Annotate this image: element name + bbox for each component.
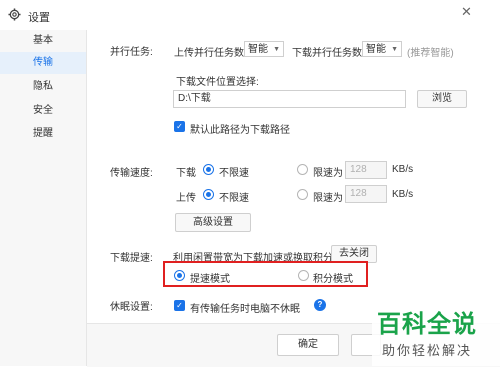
download-unlimited-label: 不限速 — [219, 168, 249, 179]
advanced-settings-button[interactable]: 高级设置 — [175, 213, 251, 232]
sidebar-item-privacy[interactable]: 隐私 — [0, 76, 86, 98]
download-parallel-select[interactable]: 智能 ▼ — [362, 41, 402, 57]
download-parallel-label: 下载并行任务数 — [292, 48, 362, 59]
no-sleep-checkbox[interactable]: ✓ — [174, 300, 185, 311]
upload-limit-unit: KB/s — [392, 189, 414, 200]
speed-mode-label: 提速模式 — [190, 274, 230, 285]
window-title: 设置 — [28, 12, 50, 24]
gear-icon — [8, 8, 21, 24]
upload-limit-input[interactable]: 128 — [345, 185, 387, 203]
chevron-down-icon: ▼ — [273, 46, 280, 53]
speed-mode-radio[interactable] — [174, 270, 185, 281]
browse-button[interactable]: 浏览 — [417, 90, 467, 108]
upload-unlimited-label: 不限速 — [219, 193, 249, 204]
accelerate-section-label: 下载提速: — [110, 253, 153, 264]
sidebar-item-security[interactable]: 安全 — [0, 100, 86, 122]
download-limit-label: 限速为 — [313, 168, 343, 179]
download-limit-input[interactable]: 128 — [345, 161, 387, 179]
parallel-hint: (推荐智能) — [407, 48, 454, 59]
chevron-down-icon: ▼ — [391, 46, 398, 53]
default-path-checkbox[interactable]: ✓ — [174, 121, 185, 132]
download-parallel-value: 智能 — [366, 44, 386, 55]
sidebar-item-transfer[interactable]: 传输 — [0, 52, 86, 74]
sidebar-item-basic[interactable]: 基本 — [0, 30, 86, 52]
sidebar-item-reminder[interactable]: 提醒 — [0, 123, 86, 145]
download-limit-radio[interactable] — [297, 164, 308, 175]
download-location-label: 下载文件位置选择: — [176, 77, 259, 88]
watermark-title: 百科全说 — [377, 311, 477, 338]
download-speed-label: 下载 — [176, 168, 196, 179]
sleep-section-label: 休眠设置: — [110, 302, 153, 313]
sidebar: 基本 传输 隐私 安全 提醒 — [0, 30, 87, 366]
title-bar: 设置 ✕ — [0, 0, 500, 30]
upload-speed-label: 上传 — [176, 193, 196, 204]
watermark: 百科全说 助你轻松解决 — [372, 300, 500, 366]
points-mode-label: 积分模式 — [313, 274, 353, 285]
upload-parallel-value: 智能 — [248, 44, 268, 55]
close-icon[interactable]: ✕ — [461, 4, 472, 20]
no-sleep-label: 有传输任务时电脑不休眠 — [190, 304, 300, 315]
speed-section-label: 传输速度: — [110, 168, 153, 179]
download-path-input[interactable]: D:\下载 — [173, 90, 406, 108]
points-mode-radio[interactable] — [298, 270, 309, 281]
upload-limit-radio[interactable] — [297, 189, 308, 200]
download-unlimited-radio[interactable] — [203, 164, 214, 175]
upload-unlimited-radio[interactable] — [203, 189, 214, 200]
watermark-subtitle: 助你轻松解决 — [382, 343, 473, 358]
default-path-label: 默认此路径为下载路径 — [190, 125, 290, 136]
upload-limit-label: 限速为 — [313, 193, 343, 204]
upload-parallel-select[interactable]: 智能 ▼ — [244, 41, 284, 57]
parallel-section-label: 并行任务: — [110, 47, 153, 58]
ok-button[interactable]: 确定 — [277, 334, 339, 356]
help-icon[interactable]: ? — [314, 299, 326, 311]
download-limit-unit: KB/s — [392, 164, 414, 175]
upload-parallel-label: 上传并行任务数 — [174, 48, 244, 59]
